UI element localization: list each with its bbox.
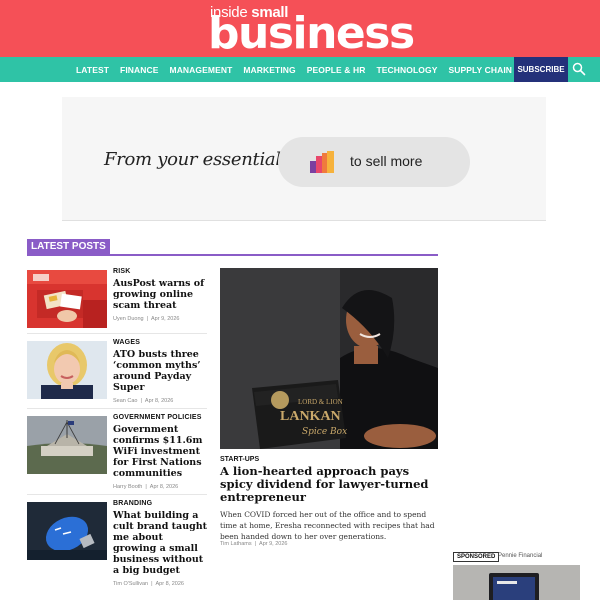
box-title-text: LANKAN bbox=[280, 409, 341, 424]
nav-item-technology[interactable]: TECHNOLOGY bbox=[376, 65, 437, 75]
section-title[interactable]: LATEST POSTS bbox=[27, 239, 110, 255]
sponsored-image[interactable] bbox=[453, 565, 580, 600]
post-headline[interactable]: AusPost warns of growing online scam thr… bbox=[113, 278, 209, 311]
post-byline: Harry Booth | Apr 8, 2026 bbox=[113, 484, 179, 490]
latest-posts-header: LATEST POSTS bbox=[27, 239, 438, 256]
sponsored-badge: SPONSORED bbox=[453, 552, 500, 562]
feature-category[interactable]: START-UPS bbox=[220, 456, 259, 463]
post-thumbnail[interactable] bbox=[27, 270, 107, 328]
nav-item-marketing[interactable]: MARKETING bbox=[243, 65, 295, 75]
post-thumbnail[interactable] bbox=[27, 341, 107, 399]
post-headline[interactable]: ATO busts three ‘common myths’ around Pa… bbox=[113, 349, 209, 393]
post-category[interactable]: GOVERNMENT POLICIES bbox=[113, 414, 209, 421]
feature-image[interactable]: LORD & LION LANKAN Spice Box bbox=[220, 268, 438, 449]
post-byline: Tim O'Sullivan | Apr 8, 2026 bbox=[113, 581, 184, 587]
post-category[interactable]: RISK bbox=[113, 268, 209, 275]
ad-tagline: From your essentials bbox=[104, 149, 290, 170]
nav-item-management[interactable]: MANAGEMENT bbox=[170, 65, 233, 75]
nav-item-people-hr[interactable]: PEOPLE & HR bbox=[307, 65, 366, 75]
divider bbox=[27, 408, 207, 409]
divider bbox=[27, 333, 207, 334]
nav-item-finance[interactable]: FINANCE bbox=[120, 65, 158, 75]
post-category[interactable]: WAGES bbox=[113, 339, 209, 346]
main-nav: LATEST FINANCE MANAGEMENT MARKETING PEOP… bbox=[0, 57, 600, 82]
advertisement-banner[interactable]: From your essentials to sell more bbox=[62, 97, 546, 221]
sponsor-name[interactable]: Pennie Financial bbox=[498, 553, 542, 559]
search-icon[interactable] bbox=[572, 62, 586, 76]
box-brand-text: LORD & LION bbox=[298, 398, 343, 406]
subscribe-button[interactable]: SUBSCRIBE bbox=[514, 57, 568, 82]
post-thumbnail[interactable] bbox=[27, 502, 107, 560]
divider bbox=[27, 494, 207, 495]
post-byline: Uyen Duong | Apr 9, 2026 bbox=[113, 316, 180, 322]
nav-item-supply-chain[interactable]: SUPPLY CHAIN bbox=[448, 65, 512, 75]
box-subtitle-text: Spice Box bbox=[302, 427, 347, 437]
site-logo[interactable]: inside small business bbox=[208, 4, 415, 56]
logo-wordmark: business bbox=[208, 8, 415, 59]
post-byline: Sean Cao | Apr 8, 2026 bbox=[113, 398, 174, 404]
post-headline[interactable]: What building a cult brand taught me abo… bbox=[113, 510, 209, 576]
bar-chart-icon bbox=[310, 151, 334, 173]
feature-headline[interactable]: A lion-hearted approach pays spicy divid… bbox=[220, 465, 440, 504]
feature-summary: When COVID forced her out of the office … bbox=[220, 510, 435, 541]
post-thumbnail[interactable] bbox=[27, 416, 107, 474]
feature-byline: Tim Lathams | Apr 9, 2026 bbox=[220, 541, 288, 547]
post-headline[interactable]: Government confirms $11.6m WiFi investme… bbox=[113, 424, 209, 479]
nav-item-latest[interactable]: LATEST bbox=[76, 65, 109, 75]
ad-pill-text: to sell more bbox=[350, 153, 423, 169]
post-category[interactable]: BRANDING bbox=[113, 500, 209, 507]
ad-pill: to sell more bbox=[278, 137, 470, 187]
masthead: inside small business bbox=[0, 0, 600, 57]
